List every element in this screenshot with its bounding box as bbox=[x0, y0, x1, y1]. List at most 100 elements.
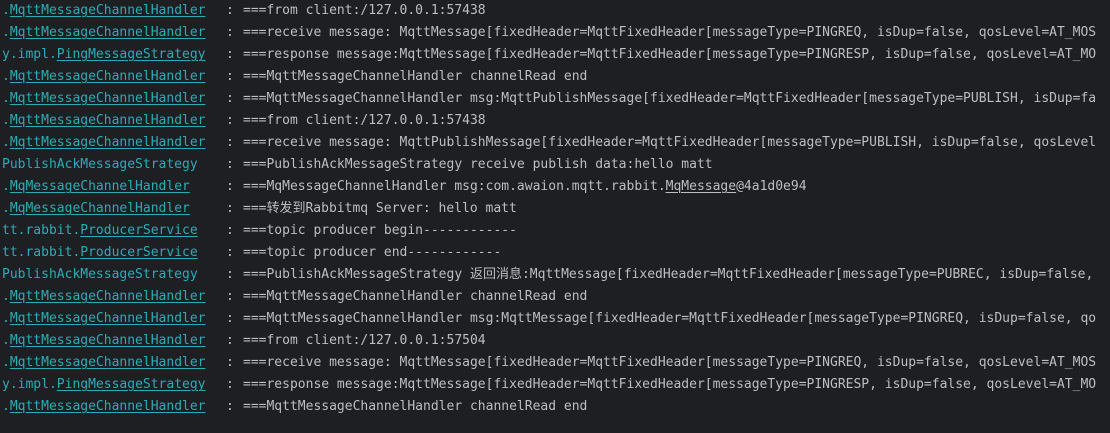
logger-package: . bbox=[2, 333, 10, 348]
log-line: .MqttMessageChannelHandler : ===from cli… bbox=[0, 0, 1110, 22]
logger-package: . bbox=[2, 69, 10, 84]
log-separator: : bbox=[226, 377, 234, 392]
logger-class-link[interactable]: MqttMessageChannelHandler bbox=[10, 355, 206, 370]
logger-name[interactable]: .MqMessageChannelHandler bbox=[2, 176, 190, 198]
log-separator: : bbox=[226, 25, 234, 40]
logger-class-link[interactable]: MqttMessageChannelHandler bbox=[10, 135, 206, 150]
logger-class-link[interactable]: MqMessageChannelHandler bbox=[10, 179, 190, 194]
log-message: ===response message:MqttMessage[fixedHea… bbox=[243, 47, 1097, 62]
log-line: PublishAckMessageStrategy : ===PublishAc… bbox=[0, 154, 1110, 176]
logger-class-link[interactable]: MqttMessageChannelHandler bbox=[10, 3, 206, 18]
logger-name[interactable]: .MqttMessageChannelHandler bbox=[2, 286, 206, 308]
log-line: .MqttMessageChannelHandler : ===from cli… bbox=[0, 330, 1110, 352]
logger-package: tt.rabbit. bbox=[2, 245, 81, 260]
log-message: ===receive message: MqttPublishMessage[f… bbox=[243, 135, 1097, 150]
logger-name[interactable]: .MqttMessageChannelHandler bbox=[2, 396, 206, 418]
logger-name[interactable]: .MqMessageChannelHandler bbox=[2, 198, 190, 220]
logger-class-link[interactable]: MqttMessageChannelHandler bbox=[10, 289, 206, 304]
log-line: .MqttMessageChannelHandler : ===MqttMess… bbox=[0, 286, 1110, 308]
log-message: ===from client:/127.0.0.1:57438 bbox=[243, 113, 486, 128]
log-separator: : bbox=[226, 69, 234, 84]
log-separator: : bbox=[226, 245, 234, 260]
logger-package: . bbox=[2, 135, 10, 150]
logger-class-link[interactable]: ProducerService bbox=[80, 223, 197, 238]
logger-class-link[interactable]: MqttMessageChannelHandler bbox=[10, 399, 206, 414]
log-message: ===MqttMessageChannelHandler msg:MqttPub… bbox=[243, 91, 1097, 106]
logger-package: . bbox=[2, 289, 10, 304]
logger-name[interactable]: .MqttMessageChannelHandler bbox=[2, 308, 206, 330]
log-line: tt.rabbit.ProducerService : ===topic pro… bbox=[0, 242, 1110, 264]
log-separator: : bbox=[226, 157, 234, 172]
log-message-text: @4a1d0e94 bbox=[736, 179, 807, 194]
log-separator: : bbox=[226, 267, 234, 282]
logger-package: . bbox=[2, 201, 10, 216]
log-message: ===from client:/127.0.0.1:57438 bbox=[243, 3, 486, 18]
log-separator: : bbox=[226, 3, 234, 18]
log-message-text: ===MqMessageChannelHandler msg:com.awaio… bbox=[243, 179, 666, 194]
log-separator: : bbox=[226, 289, 234, 304]
logger-package: . bbox=[2, 3, 10, 18]
logger-name[interactable]: PublishAckMessageStrategy bbox=[2, 264, 198, 286]
log-separator: : bbox=[226, 135, 234, 150]
log-message: ===PublishAckMessageStrategy receive pub… bbox=[243, 157, 713, 172]
log-line: tt.rabbit.ProducerService : ===topic pro… bbox=[0, 220, 1110, 242]
logger-class-link[interactable]: MqttMessageChannelHandler bbox=[10, 91, 206, 106]
log-line: PublishAckMessageStrategy : ===PublishAc… bbox=[0, 264, 1110, 286]
class-reference-link[interactable]: MqMessage bbox=[666, 179, 736, 194]
logger-class-link[interactable]: PingMessageStrategy bbox=[57, 47, 206, 62]
log-separator: : bbox=[226, 47, 234, 62]
log-line: .MqttMessageChannelHandler : ===receive … bbox=[0, 352, 1110, 374]
logger-name[interactable]: tt.rabbit.ProducerService bbox=[2, 220, 198, 242]
logger-package: . bbox=[2, 399, 10, 414]
logger-class-link[interactable]: PingMessageStrategy bbox=[57, 377, 206, 392]
log-separator: : bbox=[226, 113, 234, 128]
logger-package: tt.rabbit. bbox=[2, 223, 81, 238]
console-output[interactable]: .MqttMessageChannelHandler : ===from cli… bbox=[0, 0, 1110, 433]
logger-class-link[interactable]: MqttMessageChannelHandler bbox=[10, 333, 206, 348]
log-message: ===MqttMessageChannelHandler channelRead… bbox=[243, 69, 588, 84]
logger-package: . bbox=[2, 91, 10, 106]
log-line: .MqttMessageChannelHandler : ===MqttMess… bbox=[0, 66, 1110, 88]
logger-class-link[interactable]: ProducerService bbox=[80, 245, 197, 260]
log-separator: : bbox=[226, 399, 234, 414]
logger-class-link[interactable]: MqMessageChannelHandler bbox=[10, 201, 190, 216]
log-line: .MqttMessageChannelHandler : ===MqttMess… bbox=[0, 88, 1110, 110]
logger-name[interactable]: y.impl.PingMessageStrategy bbox=[2, 44, 206, 66]
logger-name[interactable]: .MqttMessageChannelHandler bbox=[2, 0, 206, 22]
log-message: ===from client:/127.0.0.1:57504 bbox=[243, 333, 486, 348]
logger-name[interactable]: .MqttMessageChannelHandler bbox=[2, 22, 206, 44]
log-line: .MqMessageChannelHandler : ===转发到Rabbitm… bbox=[0, 198, 1110, 220]
log-message: ===MqttMessageChannelHandler channelRead… bbox=[243, 289, 588, 304]
logger-package: y.impl. bbox=[2, 47, 57, 62]
log-line: y.impl.PingMessageStrategy : ===response… bbox=[0, 44, 1110, 66]
logger-package: . bbox=[2, 311, 10, 326]
logger-package: . bbox=[2, 355, 10, 370]
log-message: ===转发到Rabbitmq Server: hello matt bbox=[243, 201, 517, 216]
logger-class-link[interactable]: MqttMessageChannelHandler bbox=[10, 113, 206, 128]
log-message: ===MqttMessageChannelHandler msg:MqttMes… bbox=[243, 311, 1097, 326]
logger-name[interactable]: y.impl.PingMessageStrategy bbox=[2, 374, 206, 396]
logger-name[interactable]: .MqttMessageChannelHandler bbox=[2, 132, 206, 154]
logger-name[interactable]: tt.rabbit.ProducerService bbox=[2, 242, 198, 264]
log-line: .MqttMessageChannelHandler : ===from cli… bbox=[0, 110, 1110, 132]
logger-name[interactable]: .MqttMessageChannelHandler bbox=[2, 66, 206, 88]
logger-class-link[interactable]: MqttMessageChannelHandler bbox=[10, 311, 206, 326]
log-line: y.impl.PingMessageStrategy : ===response… bbox=[0, 374, 1110, 396]
logger-name[interactable]: PublishAckMessageStrategy bbox=[2, 154, 198, 176]
logger-package: PublishAckMessageStrategy bbox=[2, 267, 198, 282]
logger-name[interactable]: .MqttMessageChannelHandler bbox=[2, 110, 206, 132]
logger-name[interactable]: .MqttMessageChannelHandler bbox=[2, 352, 206, 374]
log-line: .MqttMessageChannelHandler : ===receive … bbox=[0, 132, 1110, 154]
log-separator: : bbox=[226, 223, 234, 238]
logger-class-link[interactable]: MqttMessageChannelHandler bbox=[10, 69, 206, 84]
log-message: ===topic producer begin------------ bbox=[243, 223, 517, 238]
logger-name[interactable]: .MqttMessageChannelHandler bbox=[2, 88, 206, 110]
log-separator: : bbox=[226, 355, 234, 370]
log-message: ===response message:MqttMessage[fixedHea… bbox=[243, 377, 1097, 392]
logger-package: PublishAckMessageStrategy bbox=[2, 157, 198, 172]
log-message: ===PublishAckMessageStrategy 返回消息:MqttMe… bbox=[243, 267, 1094, 282]
log-separator: : bbox=[226, 179, 234, 194]
logger-name[interactable]: .MqttMessageChannelHandler bbox=[2, 330, 206, 352]
logger-class-link[interactable]: MqttMessageChannelHandler bbox=[10, 25, 206, 40]
logger-package: y.impl. bbox=[2, 377, 57, 392]
